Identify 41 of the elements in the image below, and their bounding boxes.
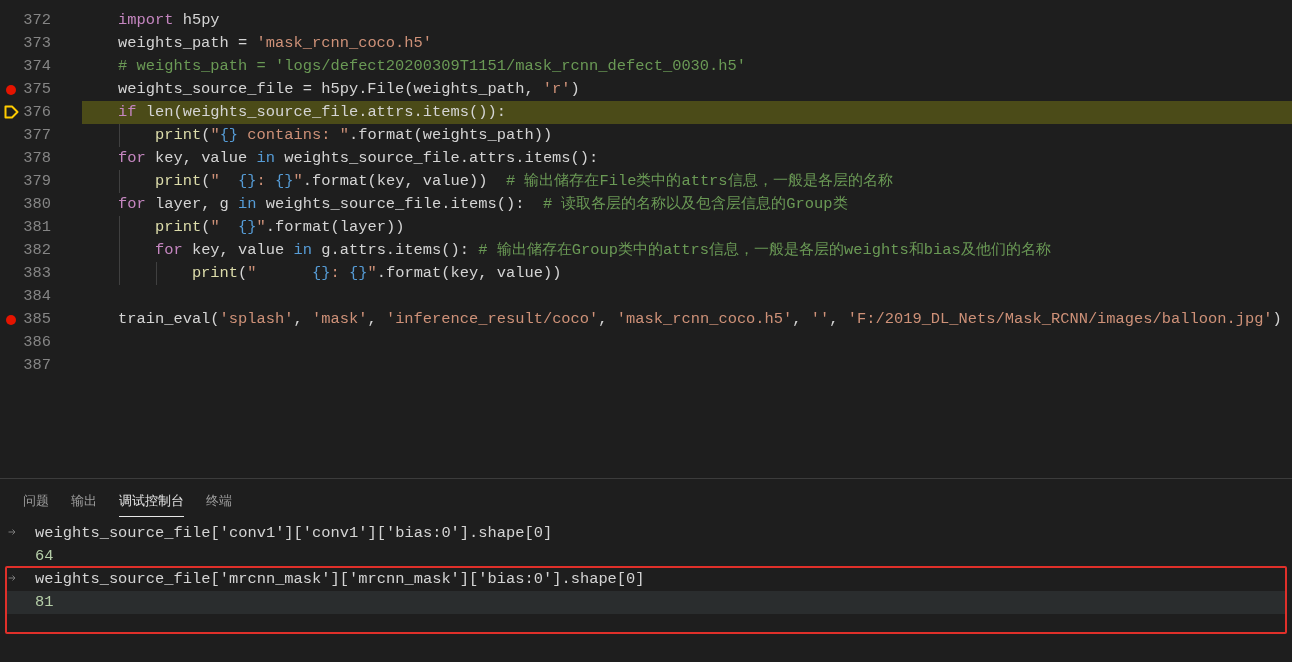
panel-tab[interactable]: 问题 — [23, 491, 49, 517]
code-line: train_eval('splash', 'mask', 'inference_result/coco', 'mask_rcnn_coco.h5', '', 'F:/2019_DL_Nets/Mask_RCNN/images/balloon.jpg') — [118, 308, 1282, 330]
line-number: 382 — [22, 239, 51, 261]
code-line: for layer, g in weights_source_file.items(): # 读取各层的名称以及包含层信息的Group类 — [118, 193, 848, 215]
input-arrow-icon — [8, 574, 16, 582]
input-arrow-icon — [8, 528, 16, 536]
line-number: 387 — [22, 354, 51, 376]
code-line: print(" {}: {}".format(key, value)) # 输出储存在File类中的attrs信息，一般是各层的名称 — [153, 170, 893, 192]
code-line: import h5py — [118, 9, 220, 31]
line-number: 377 — [22, 124, 51, 146]
code-line: weights_path = 'mask_rcnn_coco.h5' — [118, 32, 433, 54]
panel-tab[interactable]: 调试控制台 — [119, 491, 184, 517]
line-number: 384 — [22, 285, 51, 307]
code-line: print(" {}: {}".format(key, value)) — [190, 262, 562, 284]
line-number: 380 — [22, 193, 51, 215]
line-number: 381 — [22, 216, 51, 238]
command-text: weights_source_file['mrcnn_mask']['mrcnn_mask']['bias:0'].shape[0] — [35, 568, 645, 590]
code-line: print(" {}".format(layer)) — [153, 216, 405, 238]
line-number: 373 — [22, 32, 51, 54]
code-line: # weights_path = 'logs/defect20200309T1151/mask_rcnn_defect_0030.h5' — [118, 55, 747, 77]
line-number: 374 — [22, 55, 51, 77]
breakpoint-icon[interactable] — [6, 315, 16, 325]
line-number: 383 — [22, 262, 51, 284]
line-number: 375 — [22, 78, 51, 100]
code-line: for key, value in weights_source_file.attrs.items(): — [118, 147, 599, 169]
panel-tab[interactable]: 输出 — [71, 491, 97, 517]
line-number: 386 — [22, 331, 51, 353]
code-line: if len(weights_source_file.attrs.items()): — [118, 101, 506, 123]
code-line: for key, value in g.attrs.items(): # 输出储存在Group类中的attrs信息，一般是各层的weights和bias及他们的名称 — [153, 239, 1051, 261]
command-text: weights_source_file['conv1']['conv1']['bias:0'].shape[0] — [35, 522, 553, 544]
breakpoint-icon[interactable] — [6, 85, 16, 95]
result-text: 81 — [35, 591, 54, 613]
line-number: 379 — [22, 170, 51, 192]
line-number: 376 — [22, 101, 51, 123]
code-line: weights_source_file = h5py.File(weights_path, 'r') — [118, 78, 580, 100]
result-text: 64 — [35, 545, 54, 567]
code-line: print("{} contains: ".format(weights_path)) — [153, 124, 553, 146]
line-number: 378 — [22, 147, 51, 169]
line-number: 385 — [22, 308, 51, 330]
panel-tab[interactable]: 终端 — [206, 491, 232, 517]
line-number: 372 — [22, 9, 51, 31]
